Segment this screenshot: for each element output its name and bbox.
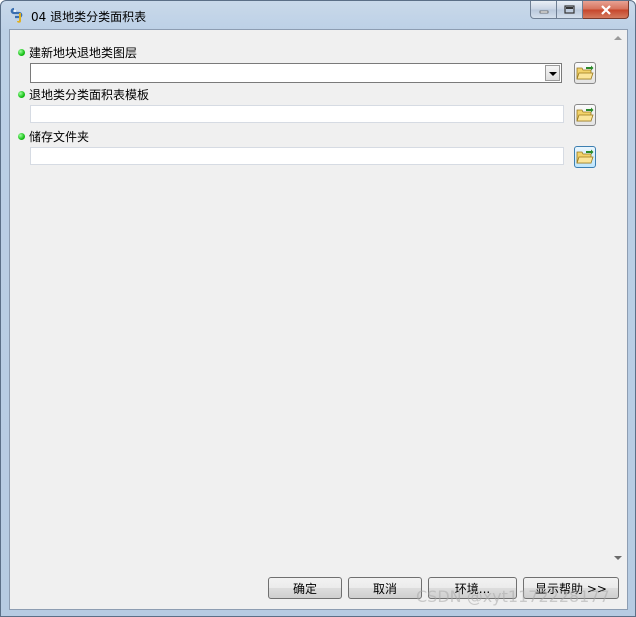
close-button[interactable]	[583, 1, 629, 19]
watermark: CSDN @xyt1172228177	[416, 587, 610, 606]
required-dot-icon	[18, 132, 25, 140]
close-icon	[600, 4, 611, 15]
maximize-icon	[564, 5, 575, 14]
required-dot-icon	[18, 48, 25, 56]
required-dot-icon	[18, 90, 25, 98]
ok-button[interactable]: 确定	[268, 577, 342, 599]
title-bar[interactable]: 04 退地类分类面积表	[1, 1, 635, 29]
parameters-panel: 建新地块退地类图层 退地类分类面积表模板 储存文件夹	[10, 30, 627, 566]
open-folder-icon	[576, 107, 594, 122]
browse-button-template[interactable]	[574, 104, 596, 126]
chevron-down-icon[interactable]	[545, 65, 560, 81]
python-script-icon	[10, 7, 23, 23]
dialog-client-area: 建新地块退地类图层 退地类分类面积表模板 储存文件夹 确定 取消 环境... 显…	[9, 29, 628, 610]
minimize-icon	[539, 10, 548, 13]
vertical-scrollbar[interactable]	[610, 30, 627, 566]
cancel-button[interactable]: 取消	[348, 577, 422, 599]
open-folder-icon	[576, 65, 594, 80]
browse-button-layer[interactable]	[574, 62, 596, 84]
field-label-text: 储存文件夹	[29, 129, 90, 144]
field-label-layer: 建新地块退地类图层	[18, 44, 137, 60]
field-label-folder: 储存文件夹	[18, 128, 89, 144]
folder-input[interactable]	[30, 147, 564, 165]
field-label-template: 退地类分类面积表模板	[18, 86, 149, 102]
scroll-down-icon[interactable]	[614, 556, 622, 560]
window-title: 04 退地类分类面积表	[31, 10, 147, 24]
scroll-up-icon[interactable]	[614, 36, 622, 40]
field-label-text: 退地类分类面积表模板	[29, 87, 150, 102]
dialog-window: 04 退地类分类面积表 建新地块退地类图层 退地类分类面积表模板 储存文件夹 确…	[0, 0, 636, 617]
layer-combo[interactable]	[30, 63, 562, 83]
maximize-button[interactable]	[557, 1, 583, 19]
template-input[interactable]	[30, 105, 564, 123]
open-folder-icon	[576, 149, 594, 164]
window-controls	[530, 1, 629, 21]
browse-button-folder[interactable]	[574, 146, 596, 168]
minimize-button[interactable]	[530, 1, 557, 19]
field-label-text: 建新地块退地类图层	[29, 45, 138, 60]
